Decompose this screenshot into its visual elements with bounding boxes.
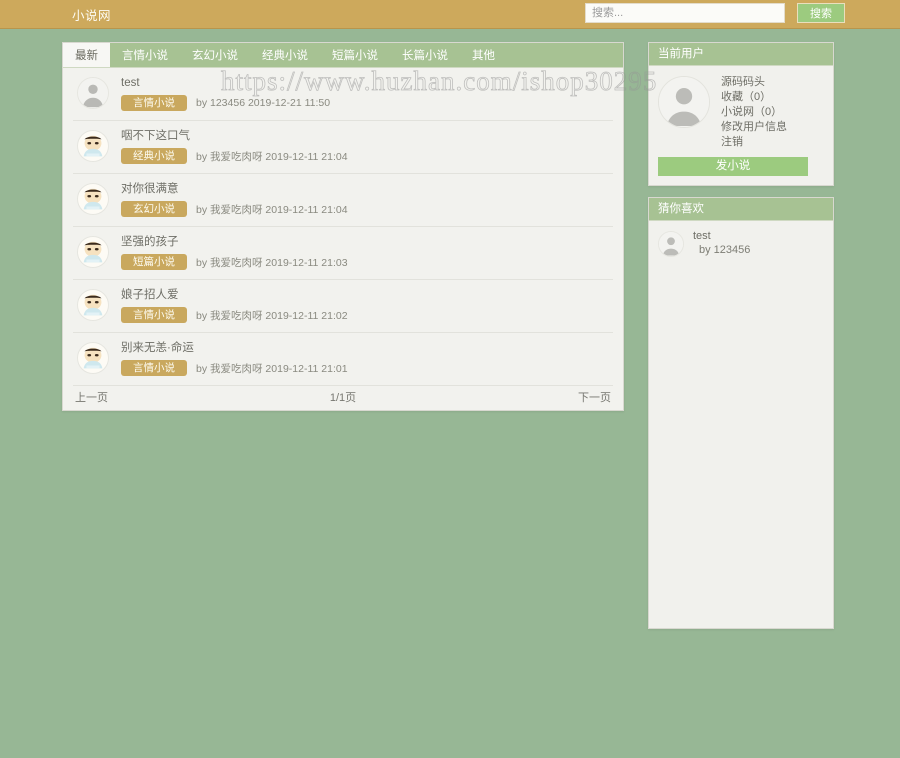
- novel-list: test 言情小说 by 123456 2019-12-21 11:50 咽不下…: [63, 68, 623, 386]
- category-tag[interactable]: 言情小说: [121, 307, 187, 323]
- list-item-meta: 言情小说 by 我爱吃肉呀 2019-12-11 21:01: [121, 360, 348, 376]
- logout-link[interactable]: 注销: [721, 135, 787, 150]
- list-item-byline: by 我爱吃肉呀 2019-12-11 21:03: [196, 256, 348, 269]
- category-tag[interactable]: 言情小说: [121, 360, 187, 376]
- novel-list-card: 最新 言情小说 玄幻小说 经典小说 短篇小说 长篇小说 其他 test 言情小说…: [62, 42, 624, 411]
- list-item-byline: by 我爱吃肉呀 2019-12-11 21:01: [196, 362, 348, 375]
- list-item[interactable]: test 言情小说 by 123456 2019-12-21 11:50: [73, 68, 613, 121]
- list-item-body: 坚强的孩子 短篇小说 by 我爱吃肉呀 2019-12-11 21:03: [121, 235, 348, 270]
- list-item[interactable]: test by 123456: [658, 229, 824, 258]
- recommendation-text: test by 123456: [693, 229, 750, 258]
- current-user-panel-title: 当前用户: [649, 43, 833, 66]
- list-item-meta: 言情小说 by 123456 2019-12-21 11:50: [121, 95, 330, 111]
- list-item[interactable]: 对你很满意 玄幻小说 by 我爱吃肉呀 2019-12-11 21:04: [73, 174, 613, 227]
- category-tag[interactable]: 短篇小说: [121, 254, 187, 270]
- site-brand-title: 小说网: [72, 8, 112, 23]
- search-area: 搜索: [585, 3, 845, 23]
- pagination: 上一页 1/1页 下一页: [63, 386, 623, 410]
- list-item-body: 对你很满意 玄幻小说 by 我爱吃肉呀 2019-12-11 21:04: [121, 182, 348, 217]
- search-button[interactable]: 搜索: [797, 3, 845, 23]
- edit-profile-link[interactable]: 修改用户信息: [721, 120, 787, 135]
- list-item-title[interactable]: 咽不下这口气: [121, 130, 348, 143]
- list-item-meta: 言情小说 by 我爱吃肉呀 2019-12-11 21:02: [121, 307, 348, 323]
- list-item-byline: by 我爱吃肉呀 2019-12-11 21:02: [196, 309, 348, 322]
- cartoon-avatar-icon: [77, 183, 109, 215]
- recommendation-byline: by 123456: [699, 244, 751, 256]
- next-page-link[interactable]: 下一页: [578, 389, 611, 405]
- user-links: 源码码头 收藏（0） 小说网（0） 修改用户信息 注销: [721, 74, 787, 150]
- recommendations-panel-title: 猜你喜欢: [649, 198, 833, 221]
- tab-long[interactable]: 长篇小说: [390, 43, 460, 67]
- user-block: 源码码头 收藏（0） 小说网（0） 修改用户信息 注销: [658, 74, 824, 150]
- tab-fantasy[interactable]: 玄幻小说: [180, 43, 250, 67]
- current-user-panel: 当前用户 源码码头 收藏（0） 小说网（0） 修改用户信息 注销 发小说: [648, 42, 834, 186]
- tab-other[interactable]: 其他: [460, 43, 507, 67]
- default-user-avatar-icon: [658, 231, 684, 257]
- search-input[interactable]: [585, 3, 785, 23]
- list-item-body: 别来无恙·命运 言情小说 by 我爱吃肉呀 2019-12-11 21:01: [121, 341, 348, 376]
- list-item-meta: 玄幻小说 by 我爱吃肉呀 2019-12-11 21:04: [121, 201, 348, 217]
- current-user-panel-body: 源码码头 收藏（0） 小说网（0） 修改用户信息 注销 发小说: [649, 66, 833, 185]
- list-item-title[interactable]: 坚强的孩子: [121, 236, 348, 249]
- cartoon-avatar-icon: [77, 289, 109, 321]
- post-novel-button[interactable]: 发小说: [658, 157, 808, 176]
- list-item-byline: by 123456 2019-12-21 11:50: [196, 97, 331, 109]
- my-novels-link[interactable]: 小说网（0）: [721, 105, 787, 120]
- prev-page-link[interactable]: 上一页: [75, 389, 108, 405]
- tab-short[interactable]: 短篇小说: [320, 43, 390, 67]
- tab-romance[interactable]: 言情小说: [110, 43, 180, 67]
- tab-latest[interactable]: 最新: [63, 43, 110, 67]
- list-item[interactable]: 坚强的孩子 短篇小说 by 我爱吃肉呀 2019-12-11 21:03: [73, 227, 613, 280]
- list-item[interactable]: 娘子招人爱 言情小说 by 我爱吃肉呀 2019-12-11 21:02: [73, 280, 613, 333]
- category-tabbar: 最新 言情小说 玄幻小说 经典小说 短篇小说 长篇小说 其他: [63, 43, 623, 68]
- list-item-title[interactable]: 别来无恙·命运: [121, 342, 348, 355]
- list-item-meta: 短篇小说 by 我爱吃肉呀 2019-12-11 21:03: [121, 254, 348, 270]
- recommendation-title[interactable]: test: [693, 229, 750, 243]
- page-indicator: 1/1页: [329, 392, 357, 404]
- list-item[interactable]: 别来无恙·命运 言情小说 by 我爱吃肉呀 2019-12-11 21:01: [73, 333, 613, 386]
- list-item[interactable]: 咽不下这口气 经典小说 by 我爱吃肉呀 2019-12-11 21:04: [73, 121, 613, 174]
- list-item-byline: by 我爱吃肉呀 2019-12-11 21:04: [196, 150, 348, 163]
- list-item-body: 咽不下这口气 经典小说 by 我爱吃肉呀 2019-12-11 21:04: [121, 129, 348, 164]
- username-label: 源码码头: [721, 76, 765, 88]
- top-header-bar: 小说网 搜索: [0, 0, 900, 29]
- list-item-body: 娘子招人爱 言情小说 by 我爱吃肉呀 2019-12-11 21:02: [121, 288, 348, 323]
- list-item-title[interactable]: 娘子招人爱: [121, 289, 348, 302]
- list-item-byline: by 我爱吃肉呀 2019-12-11 21:04: [196, 203, 348, 216]
- category-tag[interactable]: 玄幻小说: [121, 201, 187, 217]
- list-item-title[interactable]: test: [121, 77, 330, 90]
- user-avatar-icon: [658, 76, 710, 128]
- favorites-link[interactable]: 收藏（0）: [721, 90, 787, 105]
- sidebar: 当前用户 源码码头 收藏（0） 小说网（0） 修改用户信息 注销 发小说 猜你喜…: [648, 42, 834, 640]
- list-item-meta: 经典小说 by 我爱吃肉呀 2019-12-11 21:04: [121, 148, 348, 164]
- cartoon-avatar-icon: [77, 342, 109, 374]
- recommendations-panel: 猜你喜欢 test by 123456: [648, 197, 834, 629]
- default-user-avatar-icon: [77, 77, 109, 109]
- cartoon-avatar-icon: [77, 236, 109, 268]
- category-tag[interactable]: 经典小说: [121, 148, 187, 164]
- cartoon-avatar-icon: [77, 130, 109, 162]
- list-item-title[interactable]: 对你很满意: [121, 183, 348, 196]
- list-item-body: test 言情小说 by 123456 2019-12-21 11:50: [121, 76, 330, 111]
- category-tag[interactable]: 言情小说: [121, 95, 187, 111]
- recommendations-panel-body: test by 123456: [649, 221, 833, 267]
- tab-classic[interactable]: 经典小说: [250, 43, 320, 67]
